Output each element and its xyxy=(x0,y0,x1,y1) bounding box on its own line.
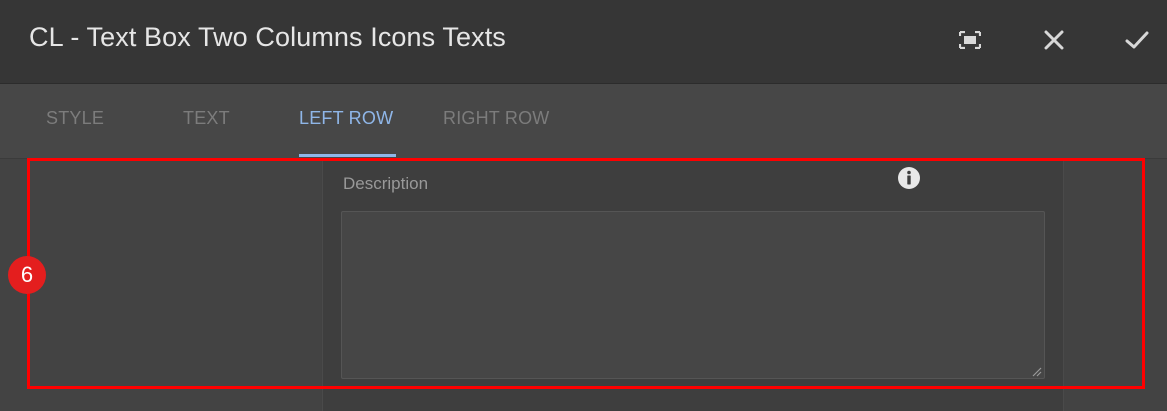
tab-right-row[interactable]: RIGHT ROW xyxy=(443,108,549,129)
right-column xyxy=(1064,159,1167,411)
dialog-title: CL - Text Box Two Columns Icons Texts xyxy=(29,22,506,52)
left-column xyxy=(0,159,321,411)
close-icon xyxy=(1044,30,1064,50)
tab-left-row[interactable]: LEFT ROW xyxy=(299,108,393,129)
description-textarea[interactable] xyxy=(341,211,1045,379)
tab-content: Description xyxy=(0,159,1167,411)
dialog: CL - Text Box Two Columns Icons Texts ST… xyxy=(0,0,1167,411)
confirm-button[interactable] xyxy=(1119,22,1155,58)
dialog-titlebar: CL - Text Box Two Columns Icons Texts xyxy=(0,0,1167,84)
tab-bar: STYLE TEXT LEFT ROW RIGHT ROW xyxy=(0,84,1167,159)
info-icon[interactable] xyxy=(897,166,921,190)
description-label: Description xyxy=(343,174,429,193)
tab-style[interactable]: STYLE xyxy=(46,108,104,129)
checkmark-icon xyxy=(1125,30,1149,50)
active-tab-indicator xyxy=(299,154,396,157)
tab-text[interactable]: TEXT xyxy=(183,108,230,129)
description-field-panel: Description xyxy=(322,159,1064,411)
fullscreen-button[interactable] xyxy=(952,22,988,58)
resize-grip-icon[interactable] xyxy=(1030,364,1042,377)
fullscreen-icon xyxy=(959,31,981,49)
close-button[interactable] xyxy=(1036,22,1072,58)
annotation-callout-badge: 6 xyxy=(8,256,46,294)
